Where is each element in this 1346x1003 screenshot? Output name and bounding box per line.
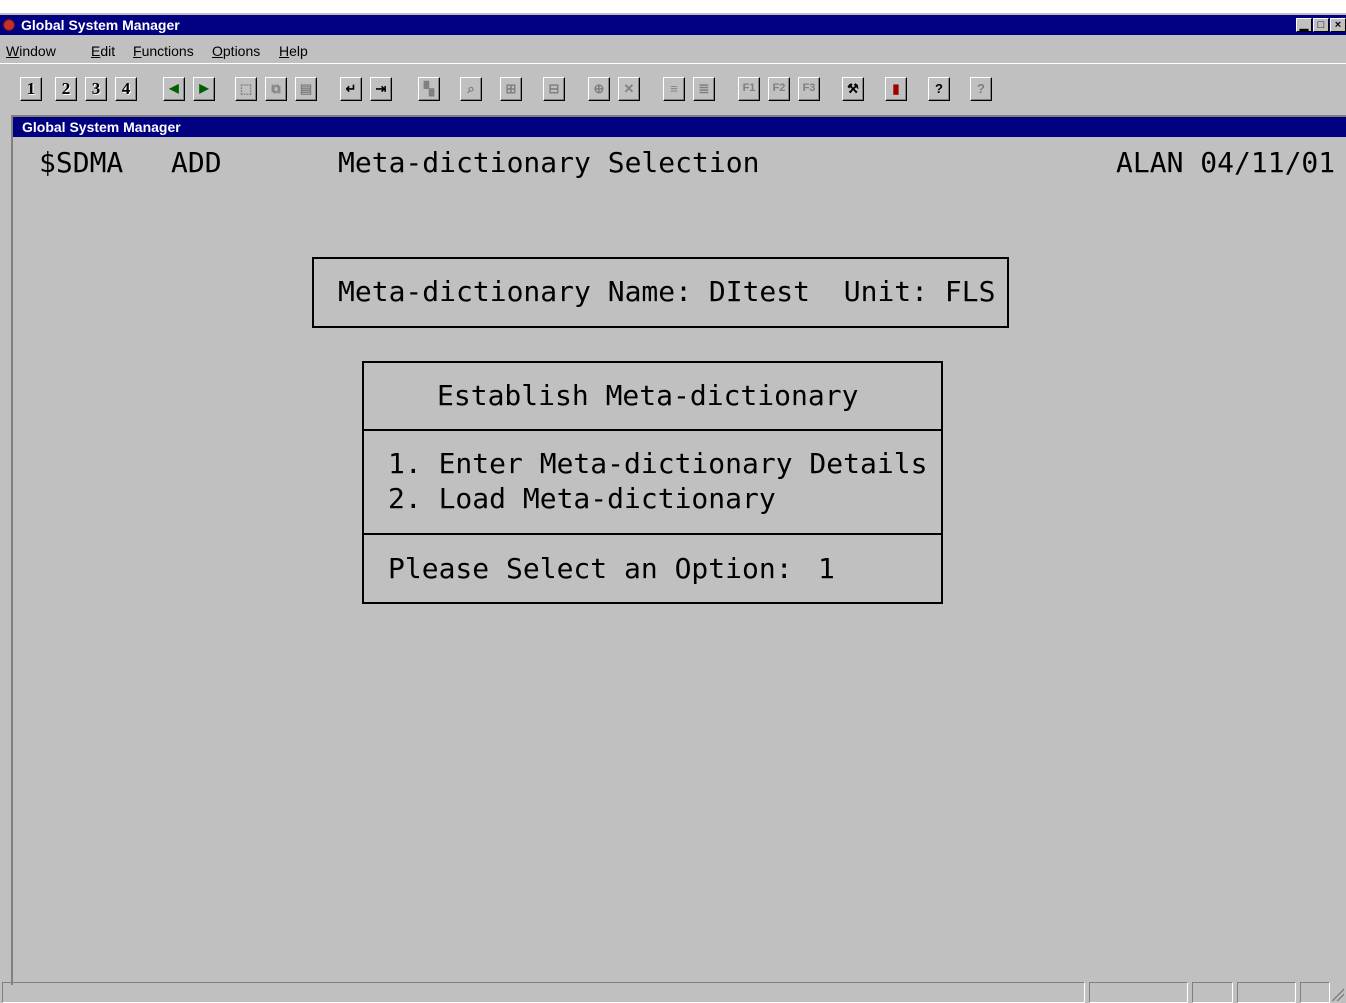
- f1-key-icon[interactable]: F1: [738, 77, 760, 101]
- find-icon[interactable]: ⌕: [460, 77, 482, 101]
- menu-window[interactable]: Window: [6, 43, 56, 59]
- status-pane-main: [2, 982, 1085, 1003]
- menu-window-label: indow: [19, 43, 56, 59]
- context-help-icon[interactable]: ?: [970, 77, 992, 101]
- tool-icon[interactable]: ▚: [418, 77, 440, 101]
- menu-window-accelerator: W: [6, 43, 20, 59]
- resize-grip-icon[interactable]: [1332, 985, 1344, 1001]
- app-icon[interactable]: [3, 19, 15, 31]
- menu-help[interactable]: Help: [279, 43, 308, 59]
- status-pane: [1237, 982, 1296, 1003]
- screen-heading: Meta-dictionary Selection: [338, 146, 760, 179]
- paste-icon[interactable]: ▤: [295, 77, 317, 101]
- program-code: $SDMA: [39, 146, 124, 179]
- grid-icon[interactable]: ⊞: [500, 77, 522, 101]
- maximize-button[interactable]: □: [1313, 18, 1329, 32]
- f3-key-icon[interactable]: F3: [798, 77, 820, 101]
- screen-4-button[interactable]: 4: [115, 77, 137, 101]
- mode-label: ADD: [171, 146, 222, 179]
- user-date: ALAN 04/11/01: [1116, 146, 1336, 179]
- close-button[interactable]: ×: [1330, 18, 1346, 32]
- menu-functions-label: unctions: [141, 43, 194, 59]
- menu-functions[interactable]: Functions: [133, 43, 194, 59]
- enter-icon[interactable]: ↵: [340, 77, 362, 101]
- menu-divider: [362, 429, 943, 431]
- menu-help-accelerator: H: [279, 43, 290, 59]
- window-title: Global System Manager: [21, 17, 180, 33]
- copy-icon[interactable]: ⧉: [265, 77, 287, 101]
- option-input[interactable]: 1: [818, 552, 835, 586]
- toolbar: 1 2 3 4 ◀ ▶ ⬚ ⧉ ▤ ↵ ⇥ ▚ ⌕ ⊞ ⊟ ⊕ ✕ ≡ ≣ F1…: [0, 63, 1346, 114]
- application-window: Global System Manager ▁ □ × Window Edit Fu…: [0, 13, 1346, 1003]
- screen-1-button[interactable]: 1: [20, 77, 42, 101]
- dictionary-name-field[interactable]: Meta-dictionary Name: DItest Unit: FLS: [338, 275, 995, 309]
- menu-divider: [362, 533, 943, 535]
- child-window: Global System Manager $SDMA ADD Meta-dic…: [11, 115, 1346, 985]
- menu-edit-accelerator: E: [91, 43, 101, 59]
- status-pane: [1300, 982, 1330, 1003]
- option-prompt: Please Select an Option:: [388, 552, 793, 585]
- chart-icon[interactable]: ▮: [885, 77, 907, 101]
- menu-options-label: ptions: [222, 43, 261, 59]
- insert-icon[interactable]: ⊕: [588, 77, 610, 101]
- help-icon[interactable]: ?: [928, 77, 950, 101]
- menu-title: Establish Meta-dictionary: [437, 379, 859, 412]
- menu-edit[interactable]: Edit: [91, 43, 115, 59]
- menu-option-2[interactable]: 2. Load Meta-dictionary: [388, 482, 776, 516]
- previous-icon[interactable]: ◀: [163, 77, 185, 101]
- menu-options-accelerator: O: [212, 43, 223, 59]
- terminal-screen: $SDMA ADD Meta-dictionary Selection ALAN…: [19, 139, 1346, 985]
- minimize-button[interactable]: ▁: [1296, 18, 1312, 32]
- menu-functions-accelerator: F: [133, 43, 142, 59]
- list-down-icon[interactable]: ≣: [693, 77, 715, 101]
- menu-help-label: elp: [289, 43, 308, 59]
- menu-options[interactable]: Options: [212, 43, 260, 59]
- tools-icon[interactable]: ⚒: [842, 77, 864, 101]
- layout-icon[interactable]: ⊟: [543, 77, 565, 101]
- title-bar: Global System Manager ▁ □ ×: [0, 15, 1346, 35]
- menu-bar: Window Edit Functions Options Help: [0, 39, 1346, 61]
- window-controls: ▁ □ ×: [1295, 18, 1346, 36]
- f2-key-icon[interactable]: F2: [768, 77, 790, 101]
- select-icon[interactable]: ⬚: [235, 77, 257, 101]
- exit-icon[interactable]: ⇥: [370, 77, 392, 101]
- delete-icon[interactable]: ✕: [618, 77, 640, 101]
- menu-option-1[interactable]: 1. Enter Meta-dictionary Details: [388, 447, 927, 481]
- child-window-title: Global System Manager: [13, 117, 1346, 137]
- status-pane: [1089, 982, 1188, 1003]
- next-icon[interactable]: ▶: [193, 77, 215, 101]
- list-icon[interactable]: ≡: [663, 77, 685, 101]
- screen-2-button[interactable]: 2: [55, 77, 77, 101]
- status-pane: [1192, 982, 1233, 1003]
- status-bar: [0, 979, 1346, 1003]
- screen-3-button[interactable]: 3: [85, 77, 107, 101]
- menu-edit-label: dit: [100, 43, 116, 59]
